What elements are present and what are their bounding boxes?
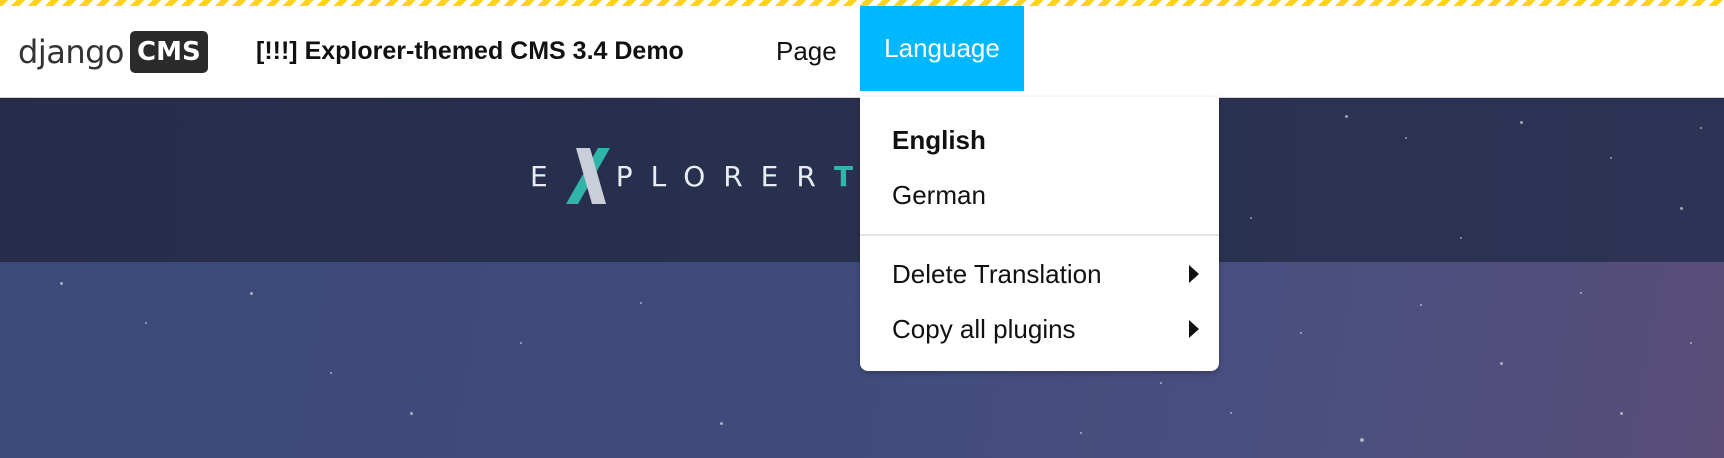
caret-right-icon bbox=[1189, 265, 1199, 283]
language-option-german[interactable]: German bbox=[860, 167, 1219, 223]
logo-django-text: django bbox=[18, 33, 124, 71]
language-option-english[interactable]: English bbox=[860, 112, 1219, 168]
brand-name: PLORER bbox=[615, 159, 834, 193]
edit-mode-stripe bbox=[0, 0, 1724, 6]
delete-translation-item[interactable]: Delete Translation bbox=[860, 246, 1219, 302]
delete-translation-label: Delete Translation bbox=[892, 259, 1102, 289]
django-cms-logo[interactable]: django CMS bbox=[18, 30, 208, 74]
site-title-menu[interactable]: [!!!] Explorer-themed CMS 3.4 Demo bbox=[256, 6, 684, 97]
language-dropdown: English German Delete Translation Copy a… bbox=[860, 97, 1219, 371]
copy-all-plugins-label: Copy all plugins bbox=[892, 314, 1076, 344]
caret-right-icon bbox=[1189, 320, 1199, 338]
copy-all-plugins-item[interactable]: Copy all plugins bbox=[860, 301, 1219, 357]
logo-cms-badge: CMS bbox=[129, 31, 208, 73]
site-brand-logo[interactable]: E PLORER TH bbox=[530, 148, 912, 204]
x-logo-icon bbox=[565, 148, 610, 204]
menu-divider bbox=[860, 234, 1219, 236]
language-menu[interactable]: Language bbox=[860, 0, 1024, 91]
page-menu[interactable]: Page bbox=[774, 6, 839, 97]
